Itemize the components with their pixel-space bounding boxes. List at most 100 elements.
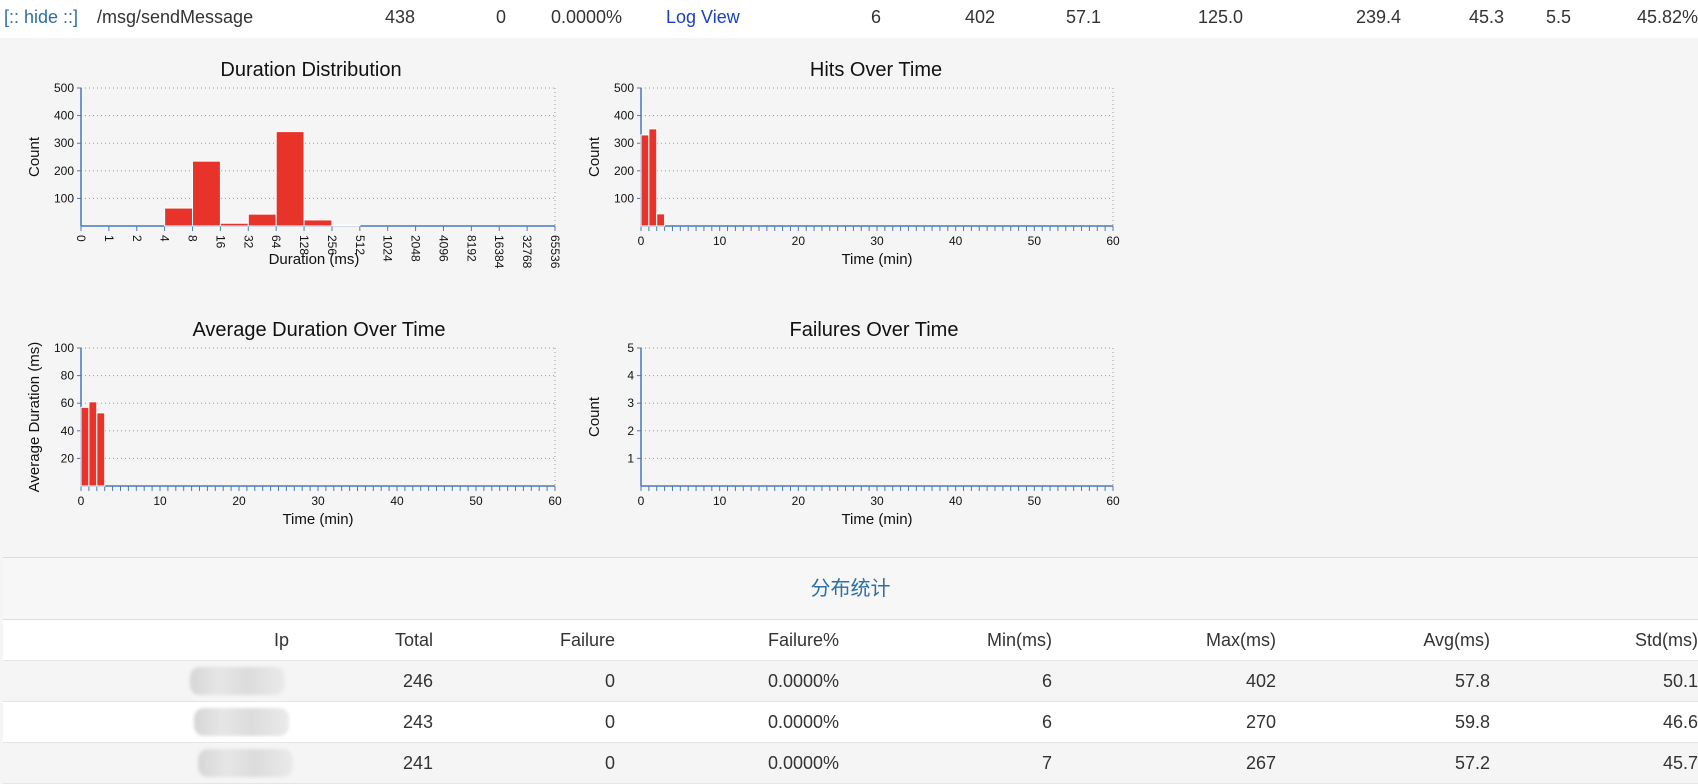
charts-panel: Duration Distribution 100 200 300 400 500 Coun… (0, 38, 1698, 556)
failures-over-time-x-tick-label: 40 (949, 494, 963, 508)
avg-value: 57.1 (1065, 7, 1101, 27)
duration-distribution-x-tick-label: 4096 (436, 235, 450, 262)
max-cell: 267 (1052, 742, 1276, 784)
duration-distribution-y-tick-label: 200 (54, 164, 74, 178)
failure-count: 0 (495, 7, 506, 27)
column-header-failure-pct: Failure% (615, 620, 839, 661)
column-header-std: Std(ms) (1490, 620, 1698, 661)
failures-over-time-title: Failures Over Time (790, 319, 959, 341)
distribution-table: Ip Total Failure Failure% Min(ms) Max(ms… (3, 620, 1698, 784)
max-value: 402 (964, 7, 995, 27)
col11-value: 45.3 (1468, 7, 1504, 27)
ip-cell-redacted (3, 701, 289, 743)
duration-distribution-x-tick-label: 8192 (464, 235, 478, 262)
table-row: 246 0 0.0000% 6 402 57.8 50.1 (3, 660, 1698, 702)
distribution-section: 分布统计 Ip Total Failure Failure% Min(ms) M… (3, 557, 1698, 784)
average-duration-over-time-x-tick-label: 0 (78, 494, 85, 508)
hits-over-time-bar (640, 134, 650, 227)
log-view-link[interactable]: Log View (666, 7, 740, 28)
failures-over-time-x-tick-label: 60 (1106, 494, 1120, 508)
duration-distribution-bar (303, 219, 333, 227)
hits-over-time-x-axis-label: Time (min) (841, 251, 912, 268)
duration-distribution-x-tick-label: 2048 (409, 235, 423, 262)
average-duration-over-time-x-axis-label: Time (min) (282, 511, 353, 528)
duration-distribution-y-tick-label: 300 (54, 136, 74, 150)
hits-over-time-x-tick-label: 0 (638, 234, 645, 248)
failure-percent: 0.0000% (550, 7, 622, 27)
std-cell: 50.1 (1490, 660, 1698, 702)
duration-distribution-x-tick-label: 8 (186, 235, 200, 242)
table-row: 243 0 0.0000% 6 270 59.8 46.6 (3, 701, 1698, 743)
col13-value: 45.82% (1636, 7, 1698, 27)
average-duration-over-time-y-tick-label: 40 (61, 424, 75, 438)
hits-over-time-y-tick-label: 300 (614, 136, 634, 150)
total-cell: 246 (289, 660, 433, 702)
duration-distribution-x-tick-label: 65536 (548, 235, 562, 269)
failure-pct-cell: 0.0000% (615, 742, 839, 784)
duration-distribution-bar (219, 222, 249, 227)
failures-over-time-y-tick-label: 2 (627, 424, 634, 438)
max-cell: 270 (1052, 701, 1276, 743)
avg-cell: 59.8 (1276, 701, 1490, 743)
failures-over-time-y-tick-label: 5 (627, 341, 634, 355)
failures-over-time-x-tick-label: 20 (792, 494, 806, 508)
charts-canvas: Duration Distribution100200300400500Coun… (26, 59, 1120, 528)
min-cell: 6 (839, 701, 1052, 743)
average-duration-over-time-x-tick-label: 40 (390, 494, 404, 508)
failures-over-time-x-tick-label: 50 (1028, 494, 1042, 508)
endpoint-path: /msg/sendMessage (97, 7, 254, 27)
failure-cell: 0 (433, 742, 615, 784)
col10-value: 239.4 (1355, 7, 1401, 27)
duration-distribution-x-axis-label: Duration (ms) (269, 251, 360, 268)
average-duration-over-time-x-tick-label: 50 (469, 494, 483, 508)
duration-distribution-y-tick-label: 100 (54, 191, 74, 205)
failures-over-time-x-axis-label: Time (min) (841, 511, 912, 528)
hits-over-time-y-axis-label: Count (586, 136, 603, 177)
total-cell: 243 (289, 701, 433, 743)
hits-over-time-x-tick-label: 40 (949, 234, 963, 248)
col12-value: 5.5 (1545, 7, 1571, 27)
total-count: 438 (384, 7, 415, 27)
average-duration-over-time-x-tick-label: 10 (153, 494, 167, 508)
duration-distribution-title: Duration Distribution (220, 59, 401, 81)
failure-cell: 0 (433, 660, 615, 702)
duration-distribution-x-tick-label: 0 (74, 235, 88, 242)
hits-over-time-y-tick-label: 500 (614, 81, 634, 95)
table-row: 241 0 0.0000% 7 267 57.2 45.7 (3, 742, 1698, 784)
duration-distribution-y-axis-label: Count (26, 136, 43, 177)
duration-distribution-bar (164, 207, 194, 227)
hide-link[interactable]: [:: hide ::] (4, 7, 78, 28)
hits-over-time-title: Hits Over Time (810, 59, 942, 81)
avg-cell: 57.2 (1276, 742, 1490, 784)
hits-over-time-x-tick-label: 20 (792, 234, 806, 248)
column-header-max: Max(ms) (1052, 620, 1276, 661)
average-duration-over-time-bar (96, 412, 106, 487)
hits-over-time-y-tick-label: 100 (614, 191, 634, 205)
duration-distribution-bar (192, 160, 221, 227)
average-duration-over-time-y-tick-label: 60 (61, 396, 75, 410)
duration-distribution-bar (331, 224, 361, 227)
average-duration-over-time-x-tick-label: 30 (311, 494, 325, 508)
column-header-min: Min(ms) (839, 620, 1052, 661)
failures-over-time-y-tick-label: 4 (627, 369, 634, 383)
hits-over-time-x-tick-label: 10 (713, 234, 727, 248)
failures-over-time-x-tick-label: 10 (713, 494, 727, 508)
avg-cell: 57.8 (1276, 660, 1490, 702)
ip-cell-redacted (3, 742, 293, 784)
std-cell: 46.6 (1490, 701, 1698, 743)
duration-distribution-x-tick-label: 16 (213, 235, 227, 249)
col9-value: 125.0 (1197, 7, 1243, 27)
hits-over-time-y-tick-label: 400 (614, 109, 634, 123)
average-duration-over-time-bar (80, 406, 90, 487)
min-value: 6 (870, 7, 881, 27)
ip-cell-redacted (3, 660, 289, 702)
average-duration-over-time-y-tick-label: 80 (61, 369, 75, 383)
average-duration-over-time-x-tick-label: 60 (548, 494, 562, 508)
average-duration-over-time-x-tick-label: 20 (232, 494, 246, 508)
duration-distribution-y-tick-label: 400 (54, 109, 74, 123)
total-cell: 241 (289, 742, 433, 784)
average-duration-over-time-y-tick-label: 20 (61, 451, 75, 465)
max-cell: 402 (1052, 660, 1276, 702)
duration-distribution-x-tick-label: 32 (241, 235, 255, 249)
duration-distribution-bar (275, 131, 305, 227)
